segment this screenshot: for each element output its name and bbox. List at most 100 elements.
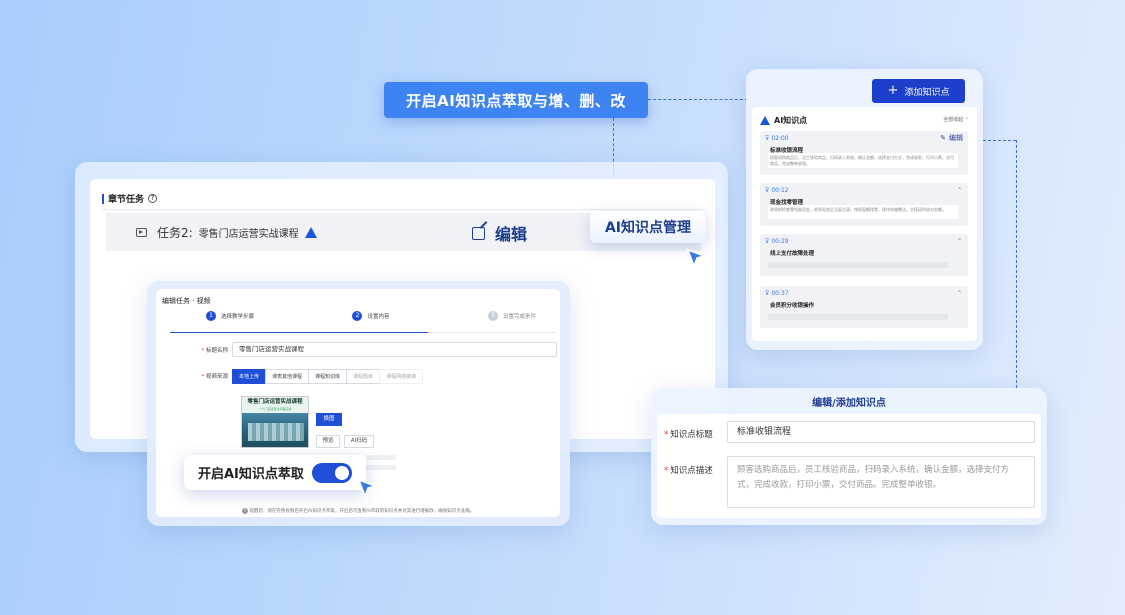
step-label: 选择教学步骤: [221, 314, 255, 320]
thumb-store-shelf: [248, 423, 304, 441]
ai-extraction-toggle-card: 开启AI知识点萃取: [184, 455, 366, 490]
task-name: 零售门店运营实战课程: [198, 228, 299, 240]
kp-desc-textarea[interactable]: 顾客选购商品后，员工核验商品，扫码录入系统，确认金额，选择支付方式，完成收款，打…: [727, 456, 1035, 508]
kp-form-title: 编辑/添加知识点: [812, 398, 886, 409]
ai-panel-header: AI知识点: [760, 115, 807, 126]
tip-note-text: 提醒您：请在完善视频后开启AI知识点萃取，开启后可查看AI萃取的知识点并对其进行…: [249, 509, 475, 514]
kp-form-panel: * 知识点标题 标准收银流程 * 知识点描述 顾客选购商品后，员工核验商品，扫码录入…: [657, 414, 1041, 518]
placeholder-bar: [768, 314, 948, 320]
step-number: 2: [352, 311, 363, 321]
collapse-all-text: 全部收起: [943, 117, 964, 123]
add-button-label: 添加知识点: [904, 87, 950, 98]
edit-knowledge-point-card: 编辑/添加知识点 * 知识点标题 标准收银流程 * 知识点描述 顾客选购商品后，员工…: [651, 388, 1047, 525]
form-title: 编辑任务 · 视频: [162, 297, 211, 305]
kp-timestamp: ⊽ 00:12: [765, 187, 789, 194]
kp-edit-button[interactable]: ✎ 编辑: [940, 133, 963, 143]
section-title-text: 章节任务: [108, 195, 145, 205]
edit-icon: ✎: [940, 134, 946, 142]
step-indicator: 1 选择教学步骤 2 设置内容 3 设置完成条件: [206, 311, 536, 321]
kp-title-input[interactable]: 标准收银流程: [727, 421, 1035, 443]
kp-time-text: 00:29: [771, 238, 789, 245]
knowledge-point-item[interactable]: ⊽ 02:00 ✎ 编辑 标准收银流程 顾客选购商品后，员工核验商品，扫码录入系统…: [760, 131, 968, 175]
step-label: 设置内容: [367, 314, 390, 320]
title-name-input[interactable]: 零售门店运营实战课程: [232, 342, 557, 357]
kp-desc-label: * 知识点描述: [664, 466, 713, 476]
source-label-text: 视频来源: [205, 374, 228, 380]
name-label-text: 标题名称: [205, 348, 228, 354]
collapse-all-button[interactable]: 全部收起 ⌃: [943, 116, 969, 123]
step-number: 3: [487, 311, 498, 321]
task-label: 任务2:: [157, 225, 193, 240]
kp-time-text: 02:00: [771, 135, 789, 142]
kp-title: 会员积分收银操作: [770, 303, 815, 309]
ai-knowledge-panel-card: + 添加知识点 AI知识点 全部收起 ⌃ ⊽ 02:00 ✎ 编辑 标准收银流程 …: [746, 69, 983, 350]
add-knowledge-point-button[interactable]: + 添加知识点: [872, 79, 965, 103]
edit-callout: 编辑: [472, 221, 527, 245]
ai-knowledge-list: AI知识点 全部收起 ⌃ ⊽ 02:00 ✎ 编辑 标准收银流程 顾客选购商品后，…: [752, 107, 977, 341]
source-tab-link[interactable]: 课程网络链接: [379, 369, 424, 384]
kp-title-label: * 知识点标题: [664, 430, 713, 440]
placeholder-bar: [366, 465, 396, 470]
source-tab-other[interactable]: 课表其他课程: [265, 369, 310, 384]
section-title: 章节任务 ?: [102, 192, 158, 205]
placeholder-bar: [366, 455, 396, 460]
feature-banner: 开启AI知识点萃取与增、删、改: [384, 82, 648, 118]
kp-desc: 收银前检查零钱备用金，收到现金后当面点清，按照面额找零，保持钱箱整洁，交接班时核…: [768, 205, 958, 219]
name-label: * 标题名称: [201, 348, 228, 354]
knowledge-point-item[interactable]: ⊽ 00:37 ⌃ 会员积分收银操作: [760, 286, 968, 328]
section-bar: [102, 193, 104, 204]
kp-time-text: 00:12: [771, 187, 789, 194]
question-circle-icon[interactable]: ?: [148, 194, 158, 203]
ai-scan-button[interactable]: AI扫码: [344, 435, 374, 448]
kp-title-label-text: 知识点标题: [670, 430, 713, 440]
source-tab-library[interactable]: 课程知识库: [308, 369, 348, 384]
connector-line: [648, 99, 748, 100]
connector-line: [1016, 140, 1017, 388]
connector-line: [978, 140, 1016, 141]
kp-title: 线上支付故障处理: [770, 251, 815, 257]
ai-extraction-toggle[interactable]: [311, 462, 352, 483]
video-thumbnail: 零售门店运营实战课程 一个门店运营全流程实战: [241, 396, 309, 448]
source-tabs: 本地上传 课表其他课程 课程知识库 课程题目 课程网络链接: [232, 369, 424, 384]
thumb-subtitle: 一个门店运营全流程实战: [258, 407, 292, 411]
step-progress: [170, 332, 428, 333]
divider: [102, 209, 703, 210]
mgmt-text: AI知识点管理: [604, 220, 692, 236]
kp-desc-label-text: 知识点描述: [670, 466, 713, 476]
ai-knowledge-management-callout: AI知识点管理: [590, 211, 706, 243]
edit-callout-text: 编辑: [495, 225, 528, 244]
brand-logo-icon: [304, 226, 317, 238]
source-tab-topic[interactable]: 课程题目: [346, 369, 381, 384]
kp-timestamp: ⊽ 00:37: [765, 290, 789, 297]
placeholder-bar: [768, 262, 948, 268]
replace-button[interactable]: 换图: [316, 413, 342, 426]
info-icon: !: [242, 508, 248, 514]
video-icon: [136, 227, 147, 237]
source-tab-local[interactable]: 本地上传: [232, 369, 267, 384]
tip-note: ! 提醒您：请在完善视频后开启AI知识点萃取，开启后可查看AI萃取的知识点并对其…: [242, 508, 474, 514]
brand-logo-icon: [760, 116, 770, 125]
toggle-label: 开启AI知识点萃取: [198, 467, 304, 482]
chevron-up-icon[interactable]: ⌃: [957, 238, 962, 245]
step-3[interactable]: 3 设置完成条件: [487, 311, 536, 321]
banner-text: 开启AI知识点萃取与增、删、改: [406, 91, 626, 110]
thumb-title: 零售门店运营实战课程: [247, 399, 303, 405]
kp-desc: 顾客选购商品后，员工核验商品，扫码录入系统，确认金额，选择支付方式，完成收款，打…: [768, 153, 958, 168]
step-2[interactable]: 2 设置内容: [352, 311, 390, 321]
knowledge-point-item[interactable]: ⊽ 00:12 ⌃ 现金找零管理 收银前检查零钱备用金，收到现金后当面点清，按照…: [760, 183, 968, 226]
source-label: * 视频来源: [201, 374, 228, 380]
kp-time-text: 00:37: [771, 290, 789, 297]
thumb-header: 零售门店运营实战课程 一个门店运营全流程实战: [242, 397, 308, 413]
step-number: 1: [206, 311, 216, 321]
kp-timestamp: ⊽ 02:00: [765, 135, 789, 142]
knowledge-point-item[interactable]: ⊽ 00:29 ⌃ 线上支付故障处理: [760, 234, 968, 276]
chevron-up-icon[interactable]: ⌃: [957, 187, 962, 194]
kp-edit-text: 编辑: [949, 134, 963, 142]
step-label: 设置完成条件: [502, 314, 536, 320]
ai-panel-title: AI知识点: [774, 116, 808, 125]
preview-button[interactable]: 预览: [316, 435, 340, 448]
step-1[interactable]: 1 选择教学步骤: [206, 311, 254, 321]
plus-icon: +: [887, 83, 899, 98]
kp-timestamp: ⊽ 00:29: [765, 238, 789, 245]
chevron-up-icon[interactable]: ⌃: [957, 290, 962, 297]
